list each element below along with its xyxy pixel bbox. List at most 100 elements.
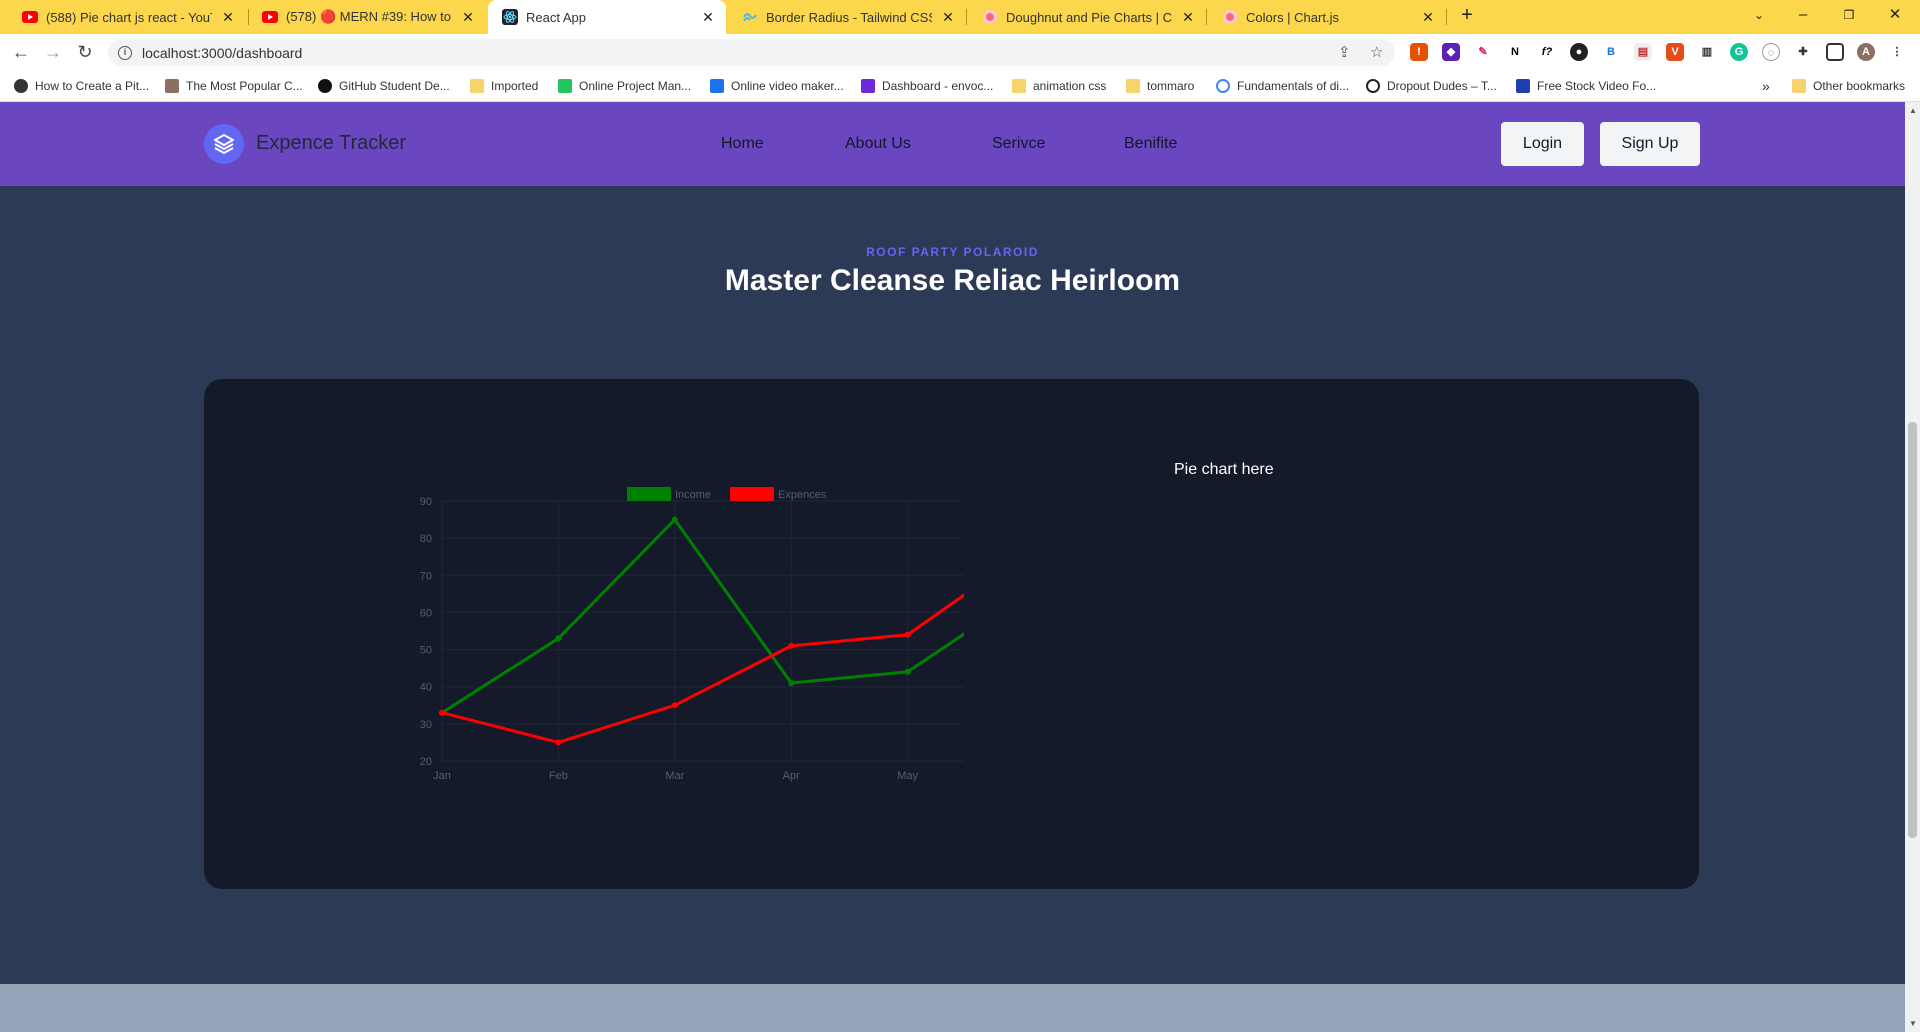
nav-service[interactable]: Serivce [992,135,1045,153]
extension-icon[interactable]: f? [1538,43,1556,61]
tab-react-app[interactable]: React App ✕ [488,0,726,34]
bookmark-folder[interactable]: Imported [470,78,538,94]
legend-label: Expences [778,489,827,501]
close-icon[interactable]: ✕ [1180,9,1196,25]
data-point [671,516,678,523]
bookmark-item[interactable]: Free Stock Video Fo... [1516,78,1656,94]
extension-icon[interactable]: ▥ [1698,43,1716,61]
close-icon[interactable]: ✕ [460,9,476,25]
bookmark-item[interactable]: The Most Popular C... [165,78,303,94]
bookmark-item[interactable]: Online video maker... [710,78,844,94]
nav-home[interactable]: Home [721,135,764,153]
tab-divider [1206,9,1207,25]
bookmarks-overflow-button[interactable]: » [1762,78,1770,94]
forward-icon[interactable]: → [41,40,65,64]
chartjs-icon [1222,9,1238,25]
bookmark-label: Dashboard - envoc... [882,79,994,93]
folder-icon [1792,79,1806,93]
bookmark-label: Online video maker... [731,79,844,93]
google-icon [1216,79,1230,93]
logo-icon[interactable] [204,124,244,164]
close-icon[interactable]: ✕ [940,9,956,25]
login-button[interactable]: Login [1501,122,1584,166]
extension-icon[interactable]: ✎ [1474,43,1492,61]
tab-title: React App [526,9,586,25]
chart-card: 2030405060708090JanFebMarAprMayJunIncome… [204,379,1699,889]
legend-swatch [730,487,774,501]
pie-chart-placeholder: Pie chart here [1174,461,1274,478]
scroll-down-icon[interactable]: ▼ [1909,1019,1917,1028]
data-point [904,631,911,638]
y-tick-label: 30 [420,719,432,731]
close-icon[interactable]: ✕ [220,9,236,25]
x-tick-label: Mar [665,770,684,782]
address-bar: ← → ↻ i localhost:3000/dashboard ⇪ ☆ ! ◆… [0,34,1920,70]
back-icon[interactable]: ← [9,40,33,64]
tab-search-icon[interactable]: ⌄ [1736,0,1782,34]
close-window-button[interactable]: ✕ [1872,0,1918,34]
tailwind-icon [742,9,758,25]
bookmark-item[interactable]: Online Project Man... [558,78,691,94]
new-tab-button[interactable]: + [1444,0,1490,34]
bookmark-label: Dropout Dudes – T... [1387,79,1497,93]
restore-button[interactable]: ❐ [1826,0,1872,34]
puzzle-icon[interactable]: ✚ [1794,43,1812,61]
site-icon [1516,79,1530,93]
scroll-up-icon[interactable]: ▲ [1909,106,1917,115]
bookmark-label: tommaro [1147,79,1195,93]
bookmark-label: How to Create a Pit... [35,79,150,93]
bookmark-item[interactable]: Dashboard - envoc... [861,78,993,94]
signup-button[interactable]: Sign Up [1600,122,1700,166]
extension-icon[interactable]: ● [1570,43,1588,61]
menu-icon[interactable]: ⋮ [1888,43,1906,61]
tab-chartjs-colors[interactable]: Colors | Chart.js ✕ [1208,0,1446,34]
bookmark-label: Free Stock Video Fo... [1537,79,1657,93]
y-tick-label: 70 [420,570,432,582]
tab-tailwind[interactable]: Border Radius - Tailwind CSS ✕ [728,0,966,34]
legend-swatch [627,487,671,501]
close-icon[interactable]: ✕ [1420,9,1436,25]
series-line-expences [441,593,964,744]
tab-youtube-mern[interactable]: (578) 🔴 MERN #39: How to Tog ✕ [248,0,486,34]
other-bookmarks[interactable]: Other bookmarks [1792,78,1905,94]
browser-tab-bar: (588) Pie chart js react - YouTube ✕ (57… [0,0,1920,34]
bookmark-item[interactable]: Dropout Dudes – T... [1366,78,1497,94]
youtube-icon [22,9,38,25]
bookmark-star-icon[interactable]: ☆ [1370,43,1383,61]
extension-icon[interactable]: ◌ [1762,43,1780,61]
close-icon[interactable]: ✕ [700,9,716,25]
extension-icon[interactable]: ▤ [1634,43,1652,61]
reload-icon[interactable]: ↻ [73,40,97,64]
extension-icon[interactable]: ! [1410,43,1428,61]
tab-title: Colors | Chart.js [1246,9,1339,25]
nav-about-us[interactable]: About Us [845,135,911,153]
bookmark-item[interactable]: GitHub Student De... [318,78,450,94]
tab-youtube-pie[interactable]: (588) Pie chart js react - YouTube ✕ [8,0,246,34]
minimize-button[interactable]: – [1780,0,1826,34]
site-info-icon[interactable]: i [118,45,132,60]
extension-icon[interactable]: B [1602,43,1620,61]
nav-benefits[interactable]: Benifite [1124,135,1177,153]
extension-icon[interactable]: V [1666,43,1684,61]
scrollbar-thumb[interactable] [1908,422,1917,838]
bookmark-folder[interactable]: tommaro [1126,78,1194,94]
data-point [555,739,562,746]
tab-chartjs-doughnut[interactable]: Doughnut and Pie Charts | Chart ✕ [968,0,1206,34]
extension-icon[interactable]: N [1506,43,1524,61]
series-line-income [441,518,964,714]
grammarly-icon[interactable]: G [1730,43,1748,61]
extension-icon[interactable]: ◆ [1442,43,1460,61]
folder-icon [1012,79,1026,93]
url-field[interactable]: i localhost:3000/dashboard ⇪ ☆ [108,39,1395,66]
share-icon[interactable]: ⇪ [1338,43,1351,61]
brand-name[interactable]: Expence Tracker [256,132,406,155]
y-tick-label: 20 [420,756,432,768]
site-icon [1366,79,1380,93]
avatar[interactable]: A [1857,43,1875,61]
youtube-icon [262,9,278,25]
bookmark-folder[interactable]: animation css [1012,78,1106,94]
page-scrollbar[interactable]: ▲ ▼ [1905,102,1920,1032]
sidebar-icon[interactable] [1826,43,1844,61]
bookmark-item[interactable]: How to Create a Pit... [14,78,149,94]
bookmark-item[interactable]: Fundamentals of di... [1216,78,1349,94]
